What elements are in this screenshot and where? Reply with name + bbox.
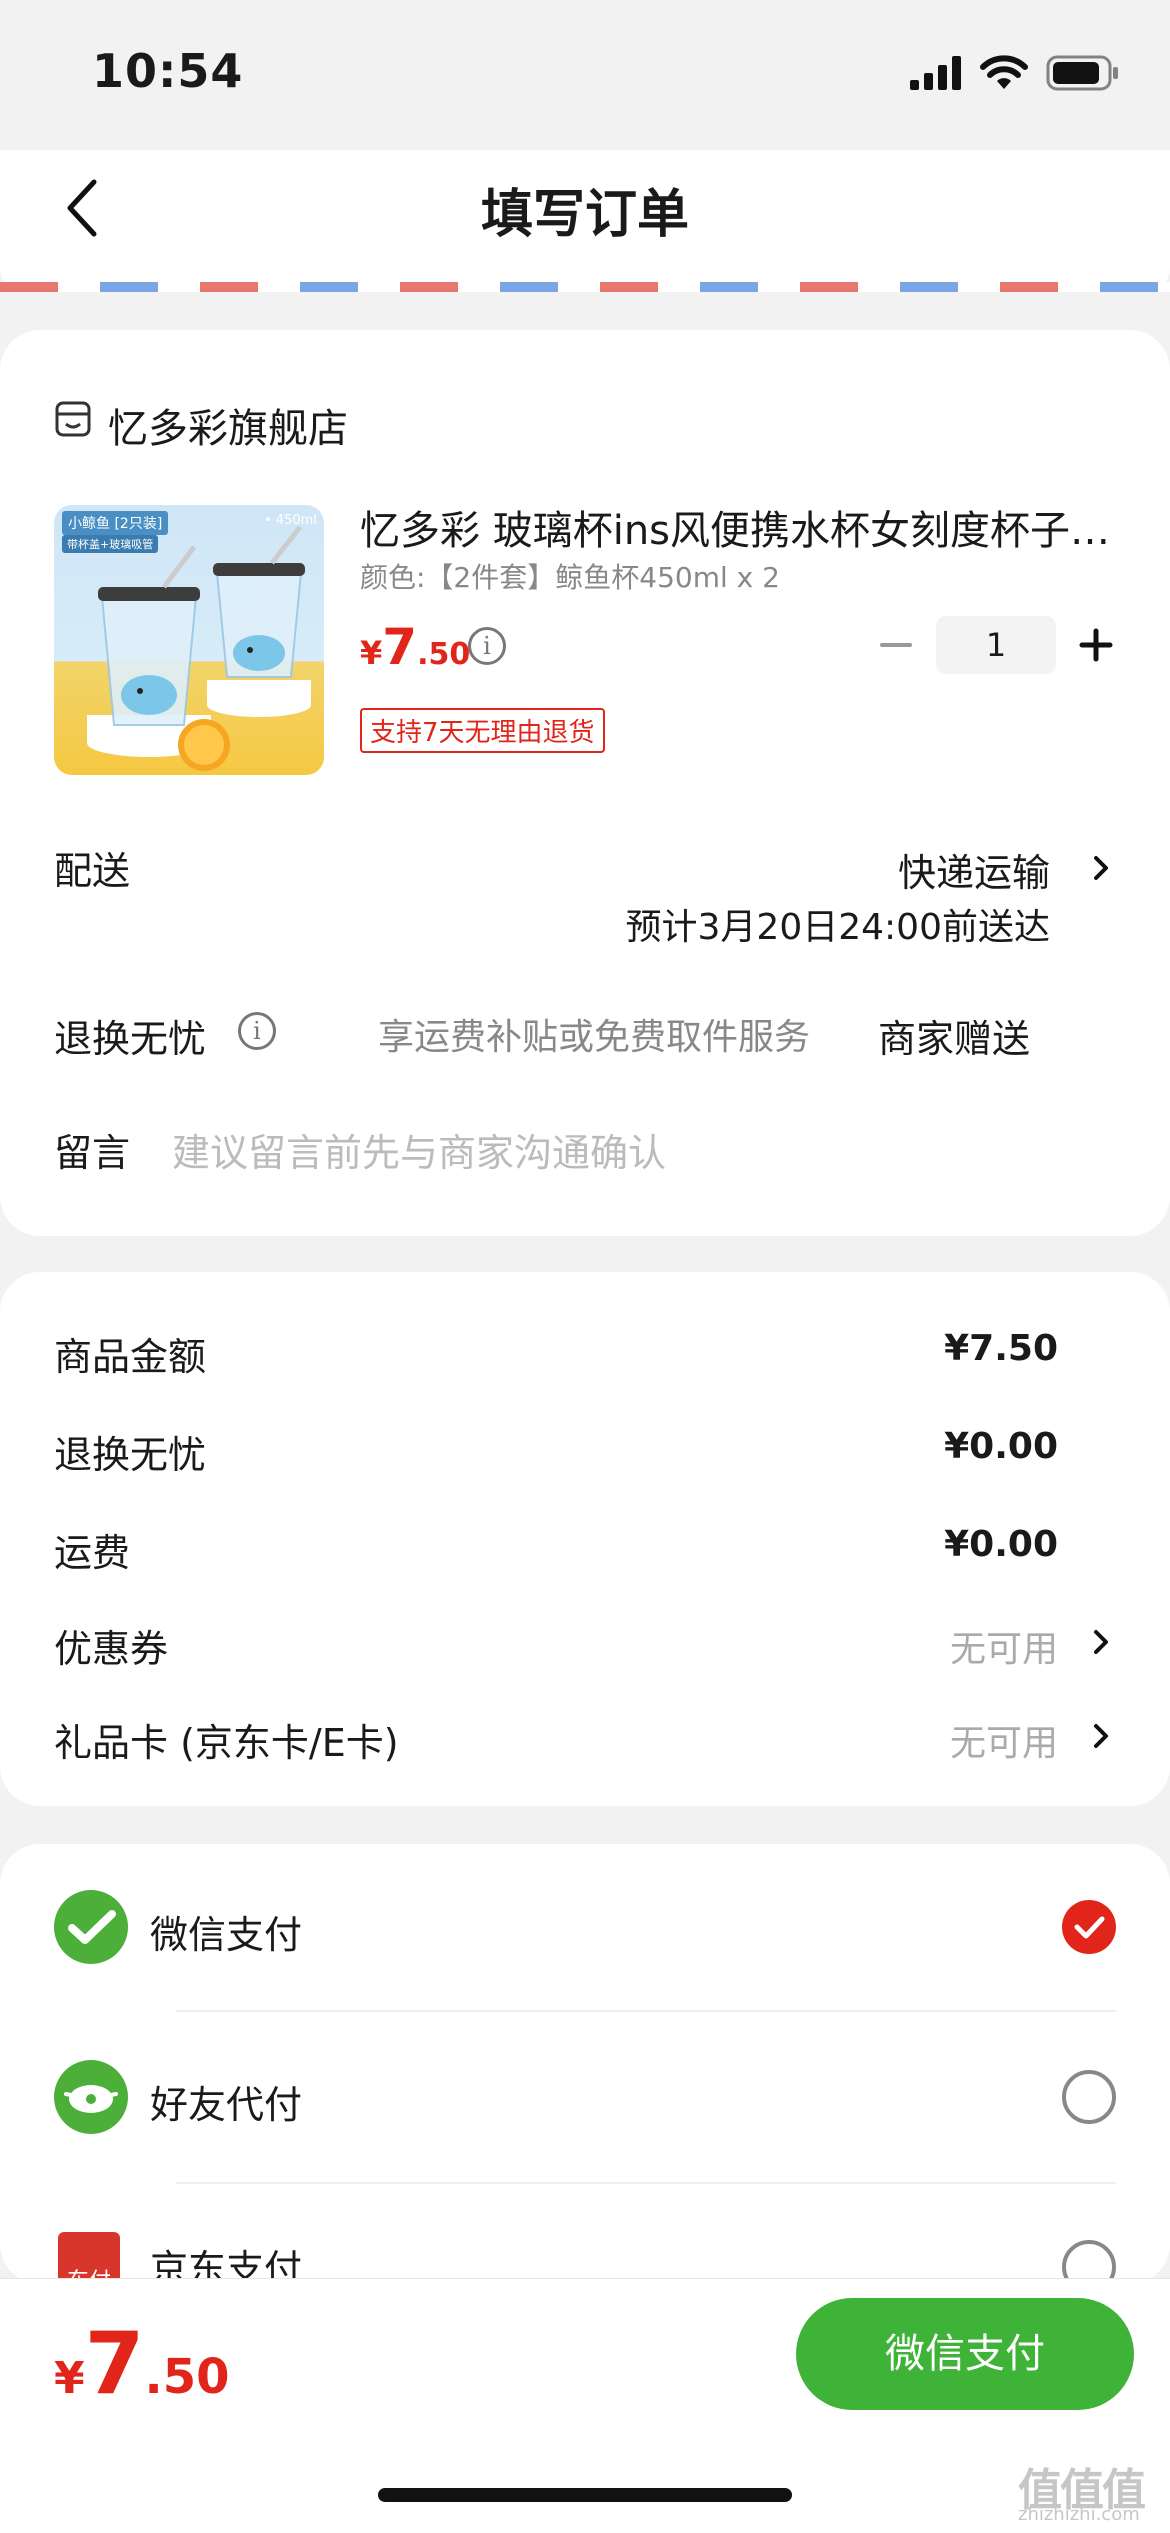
goods-amount-value: ¥7.50	[944, 1328, 1058, 1369]
plus-icon	[1079, 628, 1113, 662]
home-indicator	[378, 2488, 792, 2502]
return-worry-desc: 享运费补贴或免费取件服务	[378, 1017, 811, 1058]
page-title: 填写订单	[480, 185, 689, 245]
payment-label-friend: 好友代付	[150, 2083, 303, 2127]
envelope-stripe	[0, 282, 1170, 292]
price-integer: 7	[382, 618, 418, 676]
wechat-pay-icon	[54, 1890, 128, 1964]
jd-pay-icon: 东付	[58, 2232, 120, 2278]
giftcard-label: 礼品卡 (京东卡/E卡)	[54, 1721, 399, 1765]
quantity-plus-button[interactable]	[1074, 618, 1118, 672]
message-label: 留言	[54, 1131, 131, 1175]
price-symbol: ¥	[360, 634, 383, 672]
status-time: 10:54	[92, 44, 244, 98]
wechat-radio-checked[interactable]	[1062, 1900, 1116, 1954]
total-price-integer: 7	[84, 2314, 145, 2414]
quantity-minus-button[interactable]	[876, 618, 916, 672]
payment-divider	[176, 2182, 1116, 2184]
payment-label-jd: 京东支付	[150, 2247, 303, 2278]
friend-radio[interactable]	[1062, 2070, 1116, 2124]
return-info-icon[interactable]: i	[238, 1012, 276, 1050]
coupon-chevron-icon[interactable]	[1086, 1622, 1116, 1662]
product-image[interactable]: 小鲸鱼 [2只装] • 450ml 带杯盖+玻璃吸管	[54, 505, 324, 775]
giftcard-chevron-icon[interactable]	[1086, 1716, 1116, 1756]
product-price: ¥7.50	[360, 618, 470, 676]
return-worry-label: 退换无忧	[54, 1017, 207, 1061]
return-fee-value: ¥0.00	[944, 1426, 1058, 1467]
watermark-url: zhizhizhi.com	[1018, 2504, 1140, 2525]
product-spec[interactable]: 颜色:【2件套】鲸鱼杯450ml x 2	[360, 556, 780, 596]
cellular-signal-icon	[910, 56, 961, 90]
battery-icon	[1046, 55, 1118, 91]
freight-label: 运费	[54, 1531, 131, 1575]
cups-illustration	[87, 525, 311, 771]
delivery-label: 配送	[54, 849, 131, 893]
total-price-decimal: .50	[144, 2349, 230, 2405]
wifi-icon	[980, 55, 1028, 89]
freight-value: ¥0.00	[944, 1524, 1058, 1565]
minus-icon	[880, 643, 912, 647]
return-worry-value: 商家赠送	[878, 1017, 1031, 1061]
price-info-icon[interactable]: i	[468, 627, 506, 665]
message-input[interactable]: 建议留言前先与商家沟通确认	[172, 1122, 666, 1177]
coupon-value[interactable]: 无可用	[800, 1620, 1058, 1672]
wechat-pay-button[interactable]: 微信支付	[796, 2298, 1134, 2410]
product-title[interactable]: 忆多彩 玻璃杯ins风便携水杯女刻度杯子…	[360, 498, 1120, 556]
payment-label-wechat: 微信支付	[150, 1913, 303, 1957]
payment-option-jd[interactable]: 东付 京东支付	[0, 2222, 1170, 2278]
goods-amount-label: 商品金额	[54, 1335, 207, 1379]
status-icons	[910, 50, 1120, 96]
total-price-symbol: ¥	[54, 2353, 85, 2404]
quantity-value[interactable]: 1	[936, 616, 1056, 674]
delivery-eta: 预计3月20日24:00前送达	[625, 907, 1050, 948]
price-decimal: .50	[417, 637, 471, 672]
delivery-chevron-icon[interactable]	[1086, 848, 1116, 888]
total-price: ¥7.50	[54, 2314, 230, 2414]
payment-divider	[176, 2010, 1116, 2012]
giftcard-value[interactable]: 无可用	[800, 1714, 1058, 1766]
return-policy-badge: 支持7天无理由退货	[360, 708, 605, 753]
shop-icon	[55, 401, 91, 437]
delivery-method[interactable]: 快递运输	[740, 842, 1050, 897]
shop-card	[0, 330, 1170, 1236]
coupon-label: 优惠券	[54, 1627, 169, 1671]
return-fee-label: 退换无忧	[54, 1433, 207, 1477]
jd-radio[interactable]	[1062, 2240, 1116, 2278]
check-icon	[1074, 1916, 1105, 1939]
shop-name[interactable]: 忆多彩旗舰店	[108, 396, 348, 454]
friend-pay-icon	[54, 2060, 128, 2134]
